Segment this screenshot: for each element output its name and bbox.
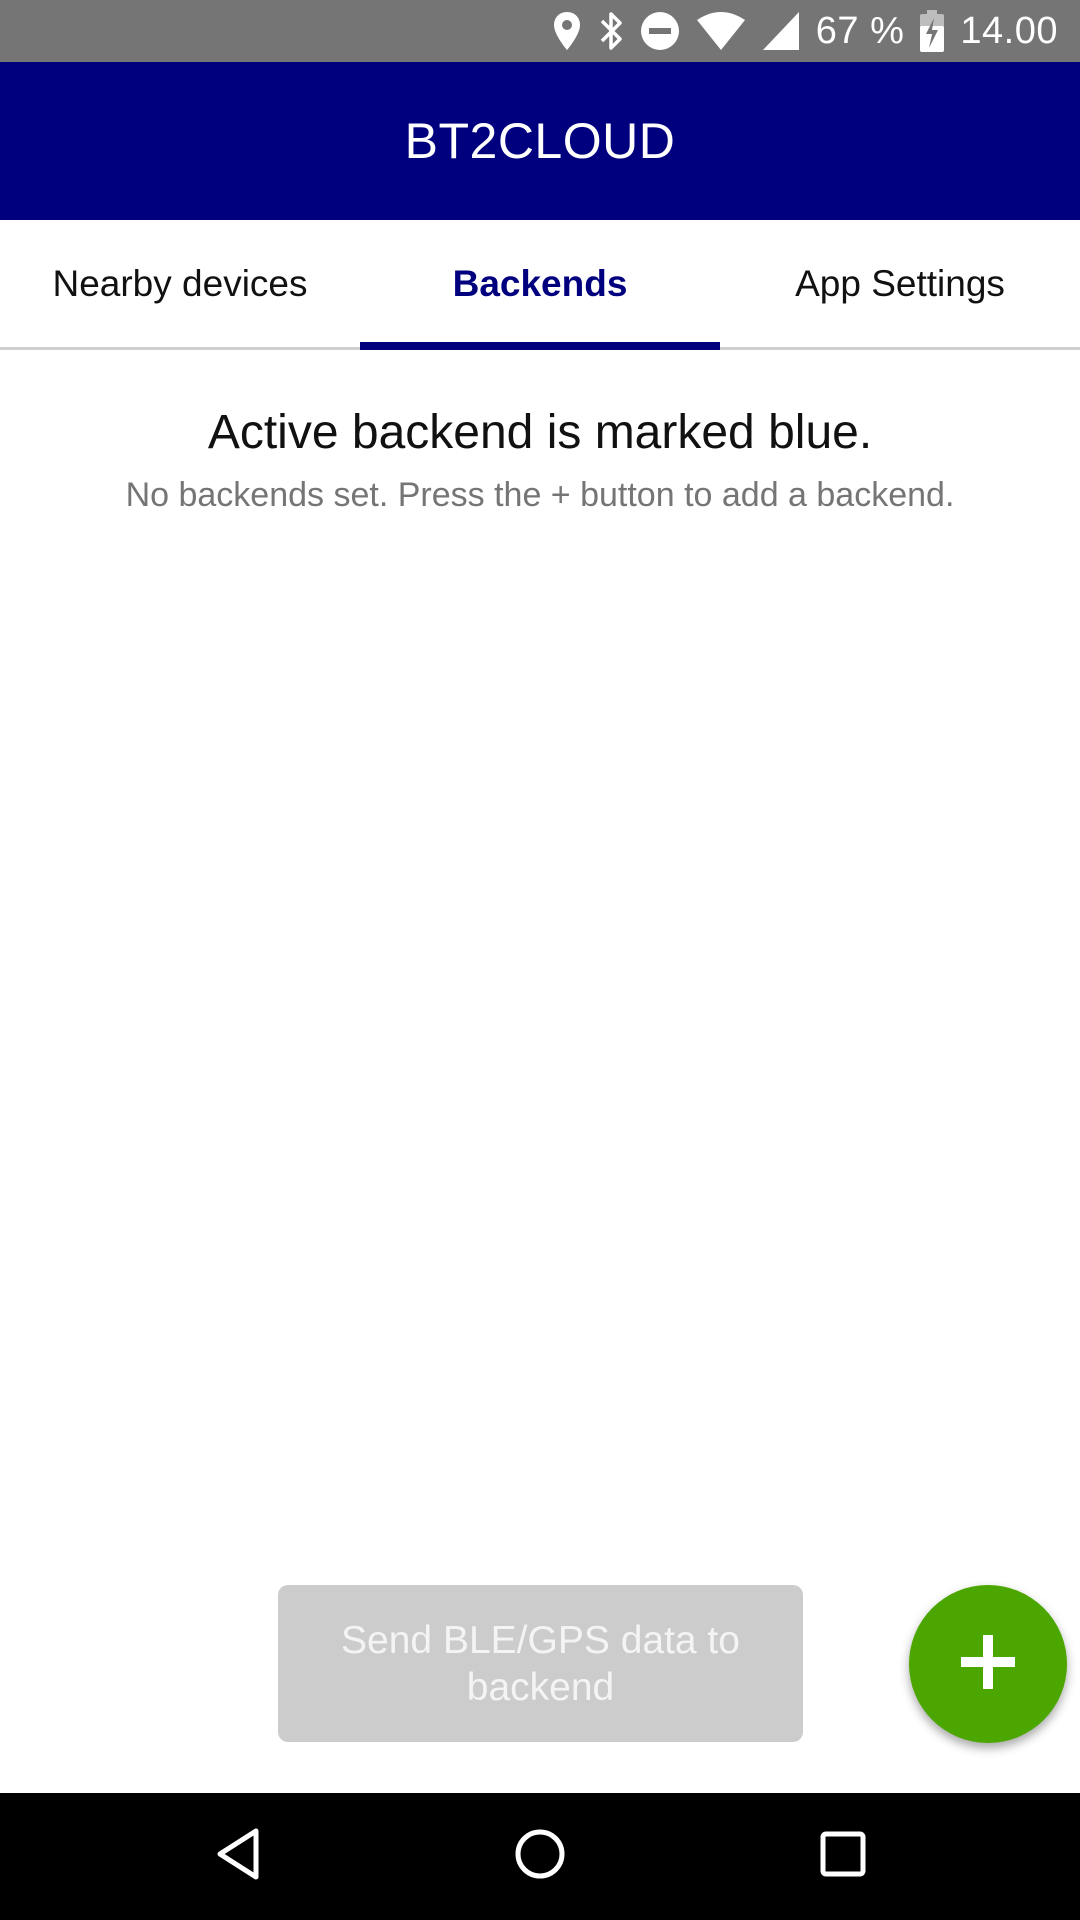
location-icon xyxy=(552,11,582,51)
tab-backends[interactable]: Backends xyxy=(360,220,720,347)
tab-app-settings[interactable]: App Settings xyxy=(720,220,1080,347)
plus-icon xyxy=(958,1632,1018,1697)
home-icon xyxy=(513,1827,567,1886)
app-bar: BT2CLOUD xyxy=(0,62,1080,220)
app-title: BT2CLOUD xyxy=(404,113,676,169)
nav-recent-apps-button[interactable] xyxy=(783,1793,903,1920)
add-backend-button[interactable] xyxy=(909,1585,1067,1743)
do-not-disturb-icon xyxy=(640,11,680,51)
status-icons: 67 % 14.00 xyxy=(552,0,1058,62)
backends-heading: Active backend is marked blue. xyxy=(207,406,873,459)
recent-apps-icon xyxy=(819,1830,867,1883)
back-icon xyxy=(214,1827,262,1886)
battery-percent: 67 % xyxy=(815,10,905,52)
tab-nearby-devices[interactable]: Nearby devices xyxy=(0,220,360,347)
cell-signal-icon xyxy=(762,11,800,51)
screen: 67 % 14.00 BT2CLOUD Nearby devices Backe… xyxy=(0,0,1080,1920)
bluetooth-icon xyxy=(598,11,624,51)
send-data-button-label: Send BLE/GPS data to backend xyxy=(341,1618,740,1709)
nav-back-button[interactable] xyxy=(178,1793,298,1920)
send-data-button[interactable]: Send BLE/GPS data to backend xyxy=(278,1585,803,1742)
active-tab-indicator xyxy=(360,342,720,350)
empty-state-message: No backends set. Press the + button to a… xyxy=(125,476,955,514)
system-nav-bar xyxy=(0,1793,1080,1920)
clock: 14.00 xyxy=(960,10,1058,52)
tab-bar: Nearby devices Backends App Settings xyxy=(0,220,1080,350)
status-bar: 67 % 14.00 xyxy=(0,0,1080,62)
nav-home-button[interactable] xyxy=(480,1793,600,1920)
wifi-icon xyxy=(696,11,746,51)
battery-charging-icon xyxy=(920,10,945,52)
